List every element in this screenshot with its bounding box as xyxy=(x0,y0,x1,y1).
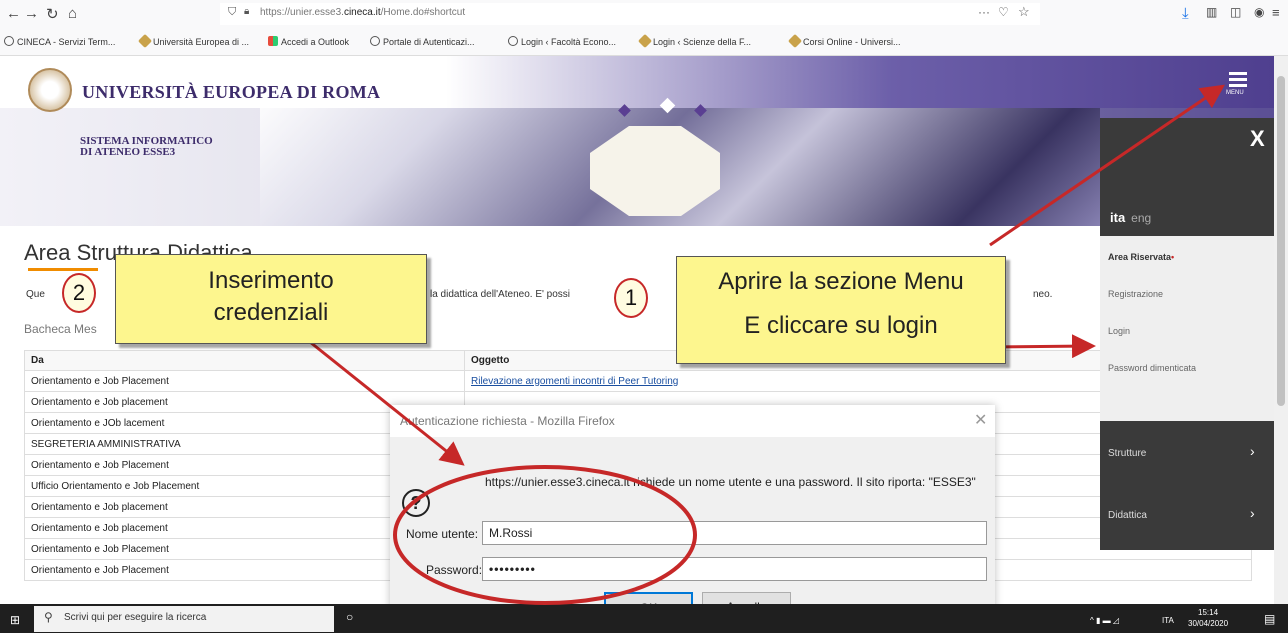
callout-credentials: Inserimento credenziali xyxy=(115,254,427,344)
callout-credentials-line1: Inserimento xyxy=(208,267,334,294)
arrow-to-credentials xyxy=(309,340,465,466)
credentials-highlight-circle xyxy=(393,465,697,605)
callout-menu-line2: E cliccare su login xyxy=(744,312,938,339)
step-number-1: 1 xyxy=(614,278,648,318)
arrow-to-menu xyxy=(989,84,1225,247)
callout-credentials-line2: credenziali xyxy=(213,299,329,326)
callout-menu: Aprire la sezione Menu E cliccare su log… xyxy=(676,256,1006,364)
callout-menu-line1: Aprire la sezione Menu xyxy=(718,268,964,295)
step-number-2: 2 xyxy=(62,273,96,313)
